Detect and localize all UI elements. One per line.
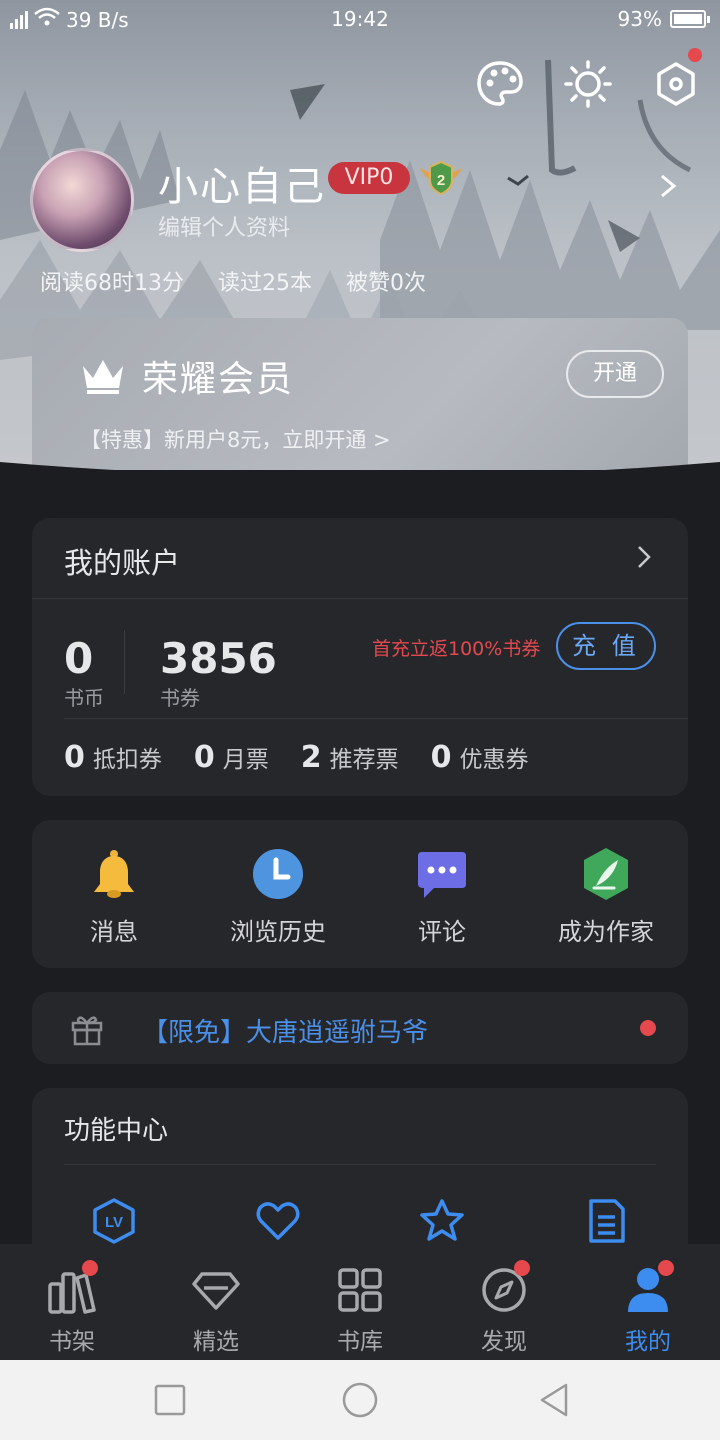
- monthly-ticket-label: 月票: [222, 747, 269, 773]
- clock-icon: [253, 849, 303, 899]
- my-account-card: 我的账户 0 书币 3856 书券 首充立返100%书券 充 值 0 抵扣券 0月…: [32, 518, 688, 796]
- recommend-ticket-item[interactable]: 2 推荐票: [301, 740, 399, 775]
- tab-featured-label: 精选: [193, 1329, 239, 1355]
- become-writer-button[interactable]: 成为作家: [524, 846, 688, 947]
- user-level-number: 2: [437, 172, 445, 189]
- promo-notification-dot: [640, 1020, 656, 1036]
- battery-icon: [670, 10, 710, 28]
- header-curve-divider: [0, 462, 720, 512]
- membership-title: 荣耀会员: [142, 359, 295, 400]
- tab-mine[interactable]: 我的: [576, 1260, 720, 1356]
- tab-bookshelf-label: 书架: [49, 1329, 95, 1355]
- palette-icon[interactable]: [474, 58, 526, 110]
- tab-library-label: 书库: [337, 1329, 383, 1355]
- function-center-title: 功能中心: [64, 1116, 169, 1146]
- divider: [64, 718, 688, 719]
- voucher-balance[interactable]: 3856: [160, 634, 277, 683]
- monthly-ticket-item[interactable]: 0 月票: [194, 740, 269, 775]
- document-icon[interactable]: [583, 1198, 629, 1244]
- brightness-icon[interactable]: [562, 58, 614, 110]
- discount-coupon-label: 优惠券: [459, 747, 529, 773]
- bookshelf-badge: [82, 1260, 98, 1276]
- quick-actions-card: 消息 浏览历史 评论 成为作家: [32, 820, 688, 968]
- clock: 19:42: [331, 7, 389, 31]
- profile-header: 39 B/s 19:42 93% 小心自己 VIP0 2 编辑个人资料 阅读68…: [0, 0, 720, 470]
- level-icon[interactable]: LV: [91, 1198, 137, 1244]
- coin-label: 书币: [64, 686, 104, 710]
- history-button[interactable]: 浏览历史: [196, 846, 360, 947]
- deduction-coupon-item[interactable]: 0 抵扣券: [64, 740, 162, 775]
- settings-hexagon-icon[interactable]: [650, 58, 702, 110]
- tab-discover-label: 发现: [481, 1329, 527, 1355]
- username[interactable]: 小心自己: [158, 154, 326, 212]
- mine-badge: [658, 1260, 674, 1276]
- honor-membership-card[interactable]: 荣耀会员 开通 【特惠】新用户8元，立即开通 >: [32, 318, 688, 470]
- promo-book-title[interactable]: 【限免】大唐逍遥驸马爷: [142, 1012, 428, 1049]
- messages-label: 消息: [90, 918, 138, 946]
- recommend-ticket-count: 2: [300, 740, 322, 775]
- status-right: 93%: [617, 7, 710, 31]
- comment-icon: [418, 852, 466, 898]
- gift-icon: [71, 1016, 103, 1046]
- avatar[interactable]: [30, 148, 134, 252]
- reading-stats: 阅读68时13分 读过25本 被赞0次: [40, 265, 426, 297]
- grid-icon: [338, 1268, 382, 1312]
- deduction-coupon-label: 抵扣券: [92, 747, 162, 773]
- bell-icon: [94, 850, 134, 898]
- settings-notification-dot: [688, 48, 702, 62]
- edit-profile-link[interactable]: 编辑个人资料: [158, 210, 290, 242]
- voucher-label: 书券: [160, 686, 200, 710]
- tab-featured[interactable]: 精选: [144, 1264, 288, 1356]
- divider: [32, 598, 688, 599]
- home-icon[interactable]: [342, 1382, 378, 1418]
- discover-badge: [514, 1260, 530, 1276]
- tab-mine-label: 我的: [625, 1329, 671, 1355]
- crown-icon: [83, 360, 123, 394]
- tab-library[interactable]: 书库: [288, 1264, 432, 1356]
- tab-discover[interactable]: 发现: [432, 1260, 576, 1356]
- chevron-right-icon[interactable]: [636, 544, 652, 570]
- coin-balance[interactable]: 0: [64, 634, 93, 683]
- heart-icon[interactable]: [255, 1198, 301, 1244]
- ticket-row: 0 抵扣券 0 月票 2 推荐票 0 优惠券: [64, 740, 529, 775]
- recent-apps-icon[interactable]: [152, 1382, 188, 1418]
- monthly-ticket-count: 0: [193, 740, 215, 775]
- status-bar: 39 B/s 19:42 93%: [0, 0, 720, 38]
- open-membership-button[interactable]: 开通: [566, 350, 664, 398]
- battery-percent: 93%: [617, 7, 662, 31]
- bottom-tab-bar: 书架 精选 书库 发现 我的: [0, 1244, 720, 1360]
- diamond-icon: [192, 1272, 240, 1310]
- divider: [124, 630, 125, 694]
- back-icon[interactable]: [536, 1382, 572, 1418]
- membership-promo-link[interactable]: 【特惠】新用户8元，立即开通 >: [80, 424, 391, 454]
- discount-coupon-count: 0: [430, 740, 452, 775]
- messages-button[interactable]: 消息: [32, 846, 196, 947]
- account-title[interactable]: 我的账户: [64, 540, 180, 582]
- become-writer-label: 成为作家: [558, 918, 654, 946]
- user-level-badge[interactable]: 2: [418, 158, 464, 198]
- tab-bookshelf[interactable]: 书架: [0, 1260, 144, 1356]
- system-navigation-bar: [0, 1360, 720, 1440]
- first-recharge-promo: 首充立返100%书券: [372, 638, 541, 660]
- svg-text:LV: LV: [105, 1214, 123, 1231]
- quill-icon: [584, 848, 628, 900]
- comments-label: 评论: [418, 918, 466, 946]
- likes-stat: 被赞0次: [346, 271, 426, 296]
- divider: [64, 1164, 656, 1165]
- history-label: 浏览历史: [230, 918, 326, 946]
- comments-button[interactable]: 评论: [360, 846, 524, 947]
- free-book-promo[interactable]: 【限免】大唐逍遥驸马爷: [32, 992, 688, 1064]
- star-icon[interactable]: [419, 1198, 465, 1244]
- deduction-coupon-count: 0: [64, 740, 85, 775]
- chevron-right-icon[interactable]: [656, 172, 680, 200]
- recommend-ticket-label: 推荐票: [329, 747, 399, 773]
- vip-level-badge[interactable]: VIP0: [328, 162, 410, 194]
- discount-coupon-item[interactable]: 0 优惠券: [431, 740, 529, 775]
- books-read-stat: 读过25本: [218, 271, 312, 296]
- recharge-button[interactable]: 充 值: [556, 622, 656, 670]
- reading-time-stat: 阅读68时13分: [40, 271, 184, 296]
